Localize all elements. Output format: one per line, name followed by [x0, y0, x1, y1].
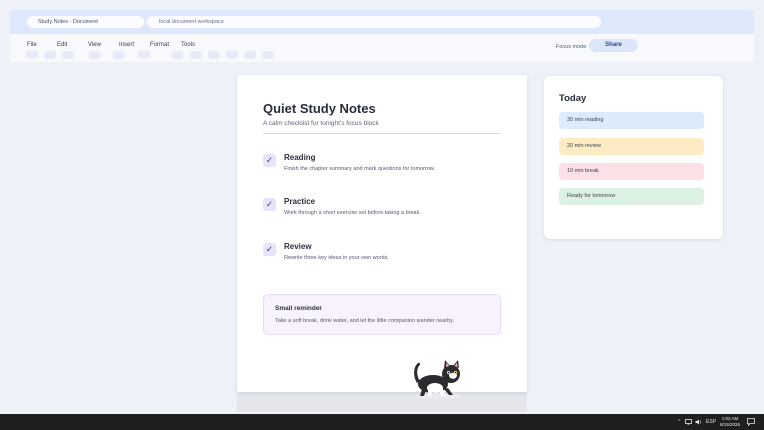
menu-view[interactable]: View	[88, 42, 101, 48]
address-bar[interactable]: local document workspace	[147, 16, 601, 28]
toolbar-button[interactable]	[113, 51, 125, 59]
reminder-title: Small reminder	[275, 305, 322, 312]
task-item-reading: ✓ Reading Finish the chapter summary and…	[263, 152, 503, 182]
task-title: Practice	[284, 197, 316, 206]
focus-mode-label[interactable]: Focus mode	[556, 44, 586, 50]
toolbar-button[interactable]	[190, 51, 202, 59]
today-item-tomorrow[interactable]: Ready for tomorrow	[559, 188, 704, 205]
reminder-box: Small reminder Take a soft break, drink …	[263, 294, 501, 335]
clock-date: 8/15/2026	[719, 422, 741, 427]
menu-edit[interactable]: Edit	[57, 42, 67, 48]
page-title: Quiet Study Notes	[263, 101, 376, 116]
reminder-text: Take a soft break, drink water, and let …	[275, 318, 455, 324]
network-icon[interactable]	[685, 419, 692, 425]
menu-format[interactable]: Format	[150, 42, 169, 48]
menu-file[interactable]: File	[27, 42, 37, 48]
task-checkbox[interactable]: ✓	[263, 243, 276, 256]
task-title: Review	[284, 242, 312, 251]
task-description: Finish the chapter summary and mark ques…	[284, 166, 436, 172]
system-clock[interactable]: 1:02 AM 8/15/2026	[718, 416, 742, 428]
menu-insert[interactable]: Insert	[119, 42, 134, 48]
toolbar-button[interactable]	[62, 51, 74, 59]
language-indicator[interactable]: ESP	[706, 414, 716, 430]
today-item-review[interactable]: 20 min review	[559, 138, 704, 155]
toolbar-button[interactable]	[138, 51, 150, 59]
chevron-up-icon[interactable]: ⌃	[677, 414, 681, 430]
document-tab[interactable]: Study Notes - Document	[27, 16, 144, 28]
taskbar: ⌃ ESP 1:02 AM 8/15/2026	[0, 414, 764, 430]
toolbar-button[interactable]	[208, 51, 220, 59]
task-checkbox[interactable]: ✓	[263, 198, 276, 211]
task-checkbox[interactable]: ✓	[263, 154, 276, 167]
menu-tools[interactable]: Tools	[181, 42, 195, 48]
checkmark-icon: ✓	[265, 244, 274, 254]
toolbar-button[interactable]	[262, 51, 274, 59]
title-divider	[263, 133, 501, 134]
title-bar: Study Notes - Document local document wo…	[10, 10, 754, 34]
menu-bar: File Edit View Insert Format Tools Focus…	[10, 34, 754, 62]
today-panel: Today 30 min reading 20 min review 10 mi…	[544, 76, 723, 239]
task-item-practice: ✓ Practice Work through a short exercise…	[263, 196, 503, 226]
toolbar-button[interactable]	[226, 51, 238, 59]
toolbar-button[interactable]	[89, 51, 101, 59]
share-button[interactable]: Share	[589, 39, 638, 52]
task-title: Reading	[284, 153, 316, 162]
toolbar-button[interactable]	[44, 51, 56, 59]
page-subtitle: A calm checklist for tonight's focus blo…	[263, 120, 379, 127]
cat-companion-icon[interactable]	[411, 359, 471, 399]
document-page[interactable]: Quiet Study Notes A calm checklist for t…	[237, 75, 527, 399]
toolbar-button[interactable]	[244, 51, 256, 59]
notification-icon[interactable]	[747, 418, 755, 426]
today-item-reading[interactable]: 30 min reading	[559, 112, 704, 129]
task-description: Rewrite three key ideas in your own word…	[284, 255, 389, 261]
page-shadow	[237, 392, 527, 412]
task-description: Work through a short exercise set before…	[284, 210, 421, 216]
today-title: Today	[559, 93, 587, 104]
checkmark-icon: ✓	[265, 155, 274, 165]
toolbar-button[interactable]	[26, 51, 38, 59]
speaker-icon[interactable]	[695, 419, 702, 425]
checkmark-icon: ✓	[265, 199, 274, 209]
task-item-review: ✓ Review Rewrite three key ideas in your…	[263, 241, 503, 271]
today-item-break[interactable]: 10 min break	[559, 163, 704, 180]
toolbar-button[interactable]	[171, 51, 183, 59]
